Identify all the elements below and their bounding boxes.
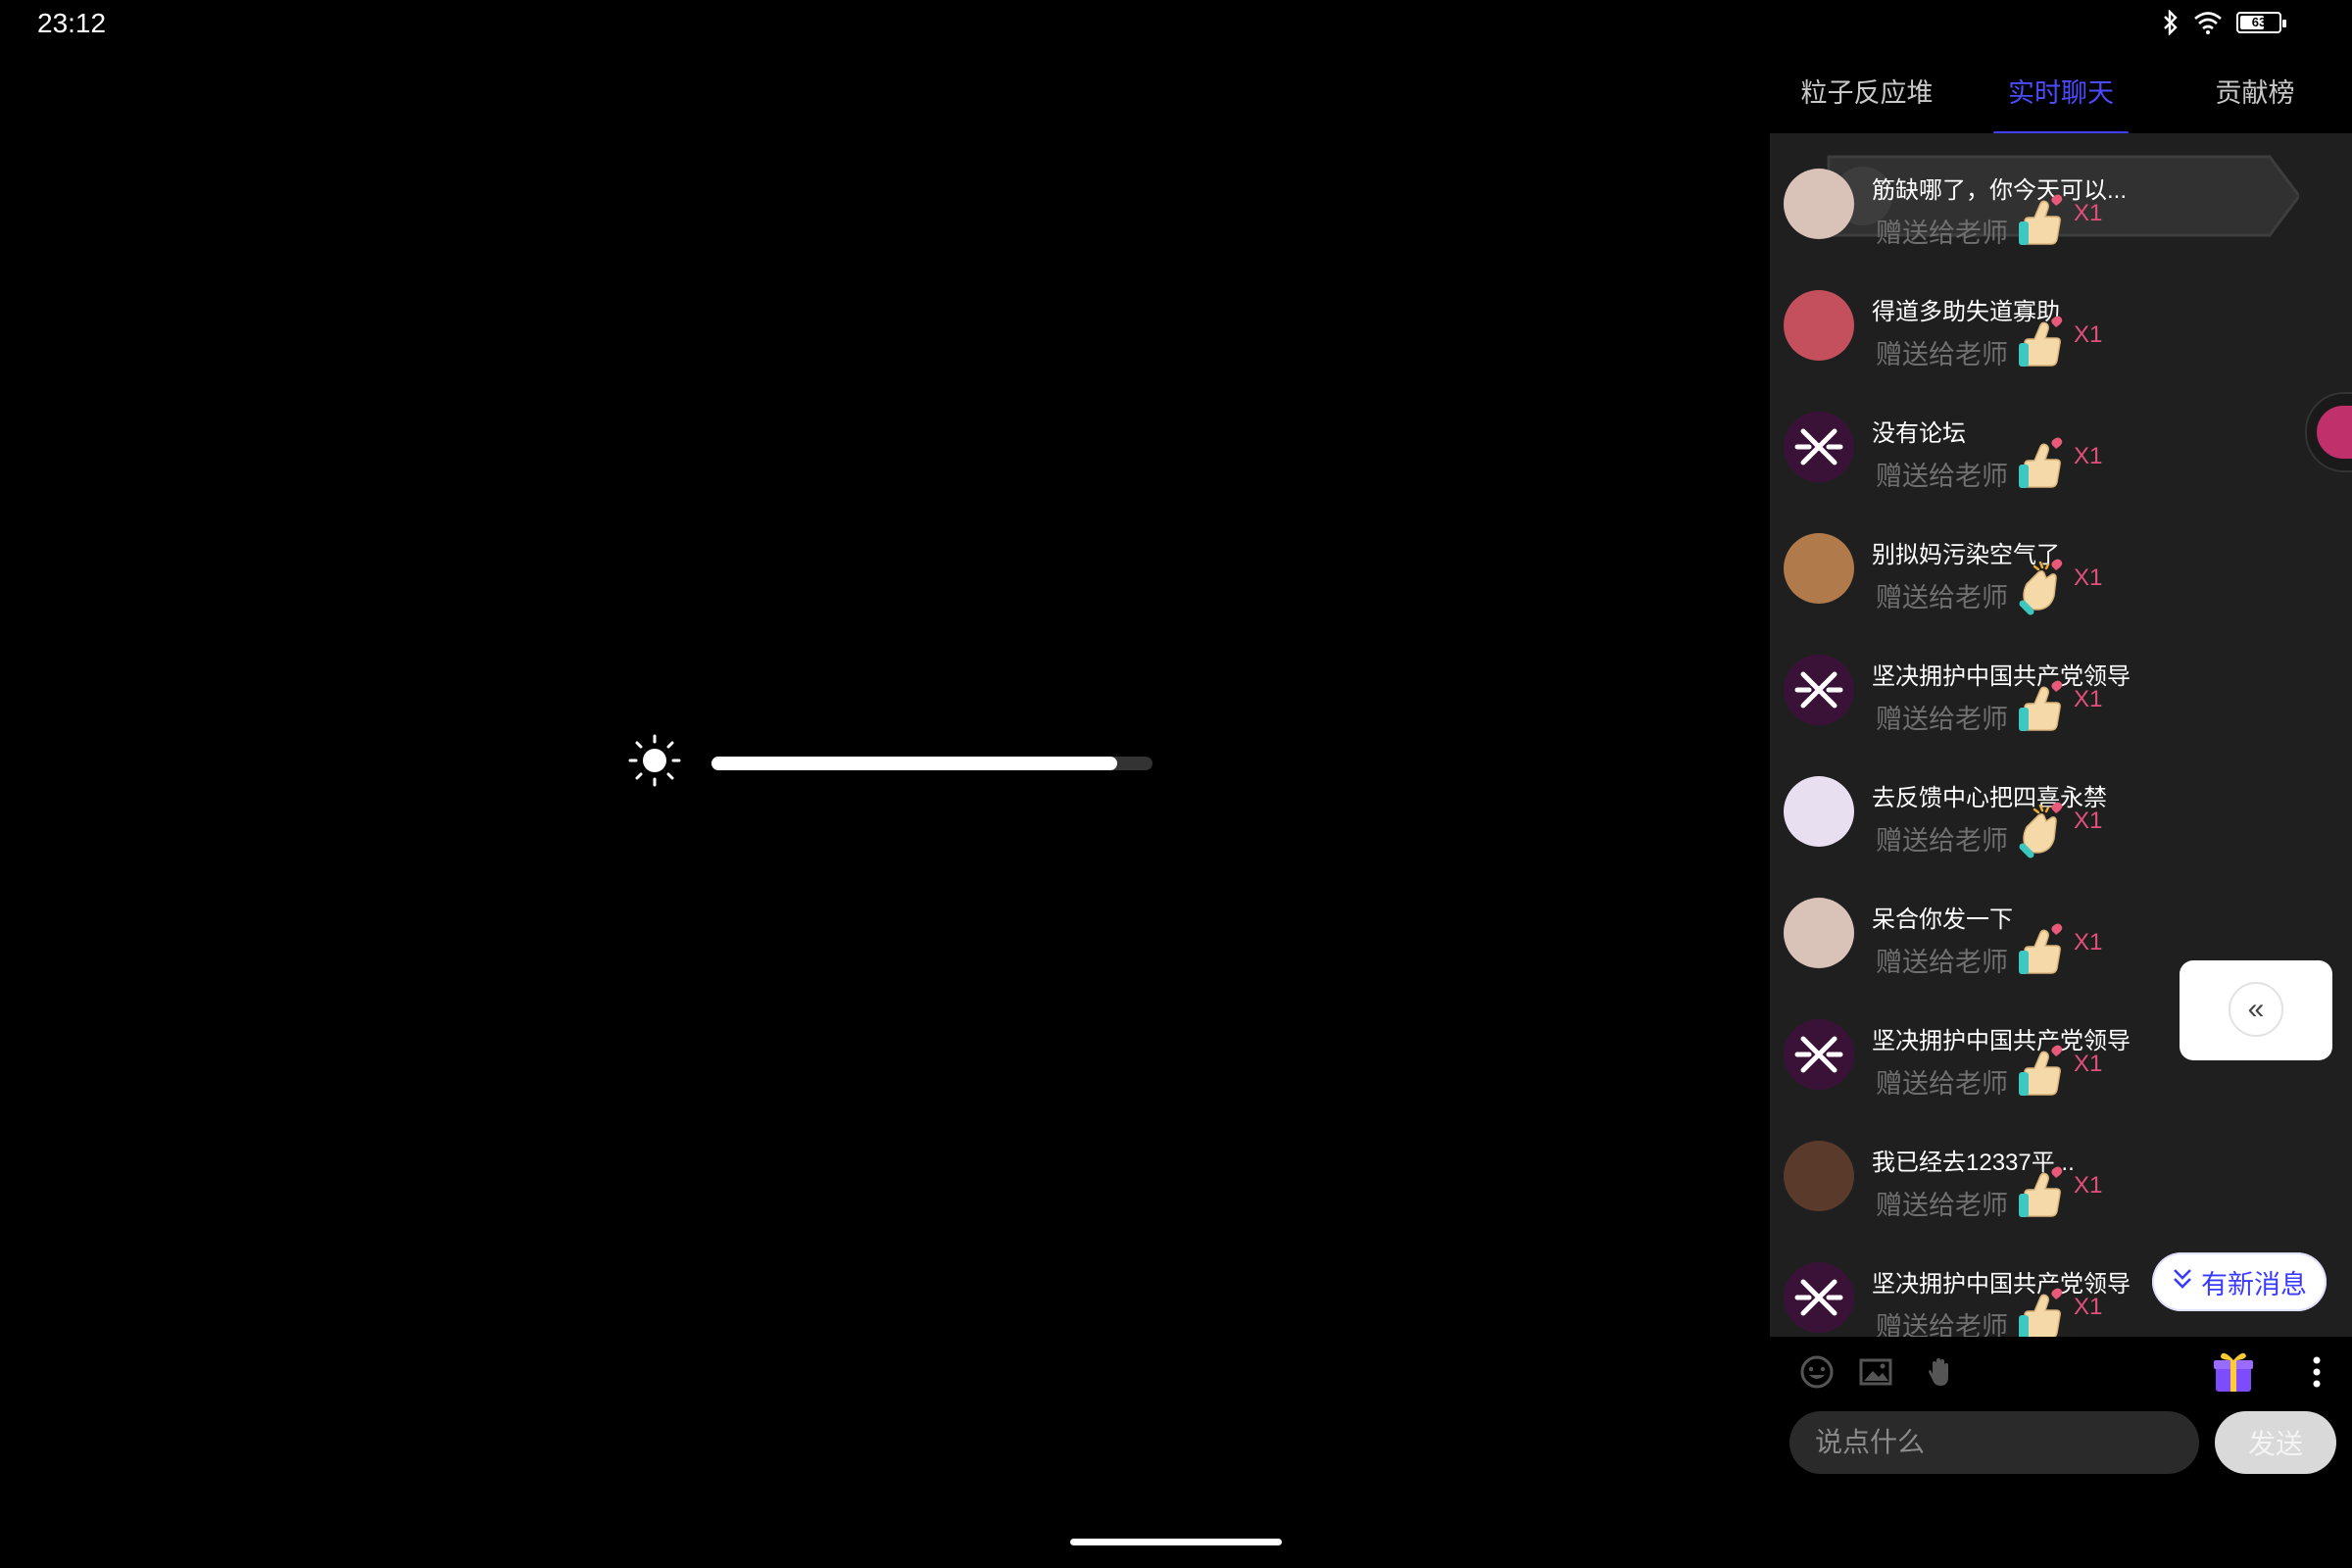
gift-count: X1 [2074, 564, 2103, 591]
gift-count: X1 [2074, 321, 2103, 348]
thumbs-up-gift-icon [2015, 678, 2070, 737]
message-action: 赠送给老师 [1876, 340, 2008, 369]
chat-input-row: 发送 [1789, 1411, 2340, 1474]
new-message-label: 有新消息 [2201, 1269, 2307, 1299]
message-action: 赠送给老师 [1876, 462, 2008, 491]
new-message-button[interactable]: 有新消息 [2152, 1252, 2327, 1311]
thumbs-up-gift-icon [2015, 192, 2070, 251]
chat-input[interactable] [1789, 1411, 2199, 1474]
brightness-control[interactable] [627, 733, 1152, 793]
gift-count: X1 [2074, 1294, 2103, 1320]
thumbs-up-gift-icon [2015, 1164, 2070, 1223]
battery-level: 63 [2251, 15, 2267, 29]
status-bar: 23:12 63 [0, 0, 2352, 49]
chat-message: 坚决拥护中国共产党领导 赠送给老师 X1 [1770, 615, 2352, 737]
thumbs-up-gift-icon [2015, 314, 2070, 372]
chat-message: 筋缺哪了，你今天可以... 赠送给老师 X1 [1770, 133, 2352, 251]
thumbs-up-gift-icon [2015, 1286, 2070, 1337]
collapse-card: « [2180, 960, 2332, 1060]
gift-count: X1 [2074, 1051, 2103, 1077]
status-icons: 63 [2162, 10, 2286, 35]
avatar[interactable] [1784, 1019, 1854, 1090]
message-action: 赠送给老师 [1876, 948, 2008, 977]
message-nickname: 呆合你发一下 [1872, 906, 2013, 933]
collapse-icon[interactable]: « [2229, 982, 2283, 1037]
chat-message-list[interactable]: 筋缺哪了，你今天可以... 赠送给老师 X1 得道多助失道寡助 赠送给老师 X1 没有论坛赠… [1770, 133, 2352, 1337]
raise-hand-icon[interactable] [1921, 1352, 1960, 1392]
gift-count: X1 [2074, 443, 2103, 469]
message-action: 赠送给老师 [1876, 583, 2008, 612]
message-action: 赠送给老师 [1876, 1191, 2008, 1220]
chat-message: 我已经去12337平... 赠送给老师 X1 [1770, 1102, 2352, 1223]
avatar[interactable] [1784, 898, 1854, 968]
thumbs-up-gift-icon [2015, 921, 2070, 980]
avatar[interactable] [1784, 169, 1854, 239]
image-icon[interactable] [1856, 1352, 1895, 1392]
thumbs-up-gift-icon [2015, 1043, 2070, 1102]
battery-icon: 63 [2236, 12, 2286, 33]
emoji-icon[interactable] [1797, 1352, 1837, 1392]
avatar[interactable] [1784, 412, 1854, 482]
avatar[interactable] [1784, 1141, 1854, 1211]
gift-count: X1 [2074, 808, 2103, 834]
clock: 23:12 [37, 8, 107, 38]
message-action: 赠送给老师 [1876, 219, 2008, 248]
message-action: 赠送给老师 [1876, 1312, 2008, 1337]
chat-message: 去反馈中心把四喜永禁赠送给老师 X1 [1770, 737, 2352, 858]
brightness-slider[interactable] [711, 756, 1152, 770]
wifi-icon [2193, 11, 2223, 34]
gift-count: X1 [2074, 200, 2103, 226]
clap-gift-icon [2015, 800, 2070, 858]
brightness-slider-fill [711, 756, 1117, 770]
more-icon[interactable] [2297, 1352, 2336, 1392]
brightness-icon [627, 733, 682, 793]
avatar[interactable] [1784, 1262, 1854, 1333]
chevron-down-double-icon [2172, 1267, 2193, 1298]
chat-message: 得道多助失道寡助 赠送给老师 X1 [1770, 251, 2352, 372]
chat-message: 别拟妈污染空气了 赠送给老师 X1 [1770, 494, 2352, 615]
side-drawer-icon [2317, 406, 2352, 459]
message-action: 赠送给老师 [1876, 826, 2008, 856]
message-nickname: 没有论坛 [1872, 420, 1966, 447]
clap-gift-icon [2015, 557, 2070, 615]
home-indicator[interactable] [1070, 1539, 1282, 1545]
message-action: 赠送给老师 [1876, 1069, 2008, 1099]
avatar[interactable] [1784, 533, 1854, 604]
gift-count: X1 [2074, 686, 2103, 712]
chat-toolbar [1770, 1335, 2352, 1413]
message-nickname: 去反馈中心把四喜永禁 [1872, 785, 2107, 811]
gift-box-icon[interactable] [2209, 1347, 2258, 1396]
avatar[interactable] [1784, 655, 1854, 725]
avatar[interactable] [1784, 776, 1854, 847]
bluetooth-icon [2162, 10, 2180, 35]
send-button[interactable]: 发送 [2215, 1411, 2336, 1474]
avatar[interactable] [1784, 290, 1854, 361]
gift-count: X1 [2074, 1172, 2103, 1199]
thumbs-up-gift-icon [2015, 435, 2070, 494]
chat-message: 没有论坛赠送给老师 X1 [1770, 372, 2352, 494]
gift-count: X1 [2074, 929, 2103, 956]
message-action: 赠送给老师 [1876, 705, 2008, 734]
